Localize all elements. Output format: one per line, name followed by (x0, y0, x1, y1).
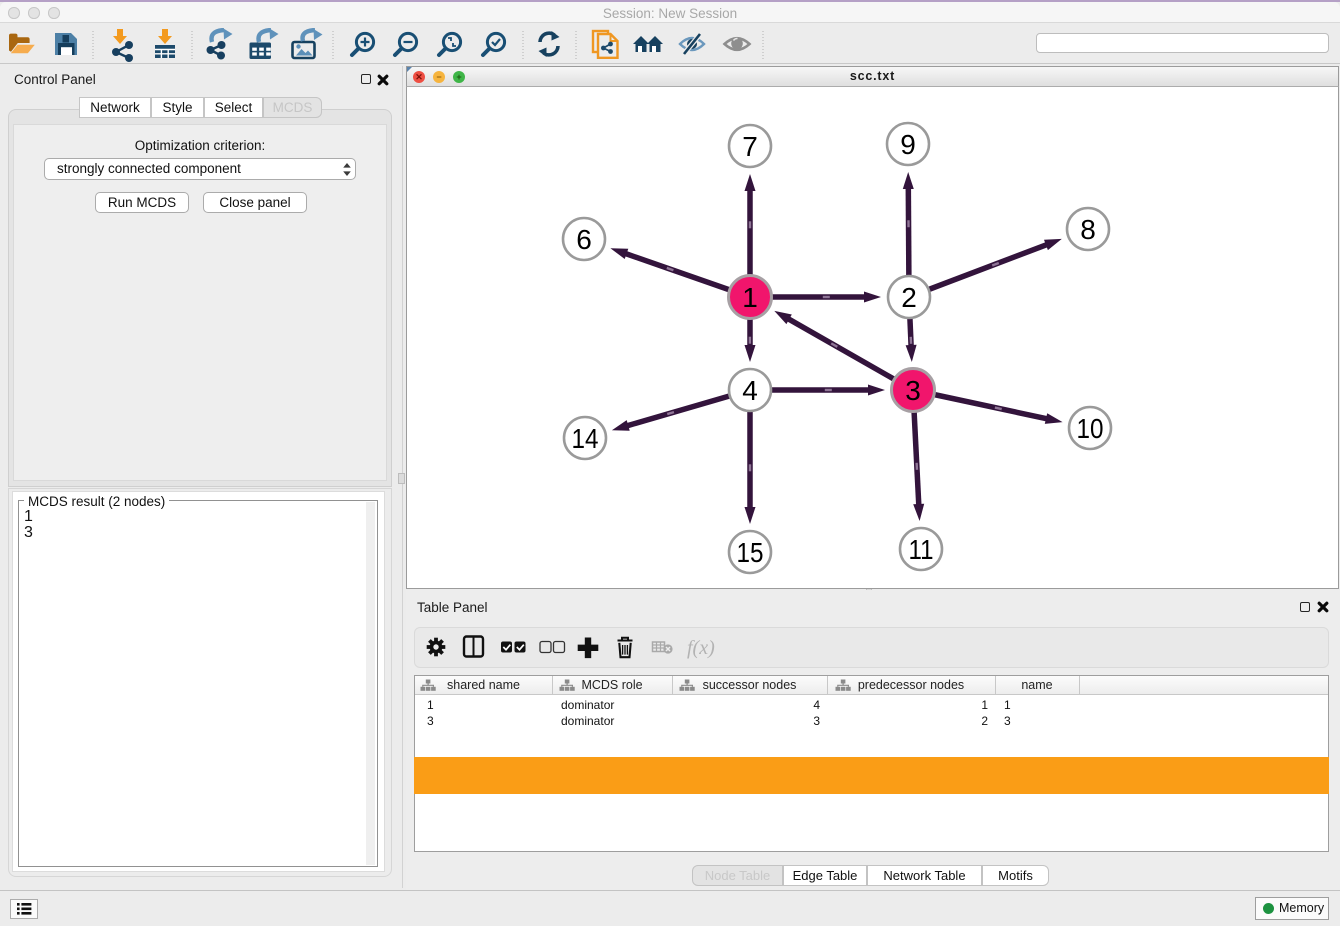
svg-text:7: 7 (742, 131, 758, 162)
svg-text:3: 3 (905, 375, 921, 406)
svg-text:f(x): f(x) (687, 637, 715, 659)
svg-text:11: 11 (909, 534, 934, 565)
svg-text:6: 6 (576, 224, 592, 255)
svg-text:9: 9 (900, 129, 916, 160)
svg-text:14: 14 (572, 423, 599, 454)
svg-text:8: 8 (1080, 214, 1096, 245)
svg-text:10: 10 (1077, 413, 1104, 444)
svg-text:2: 2 (901, 282, 917, 313)
svg-text:15: 15 (737, 537, 764, 568)
svg-text:4: 4 (742, 375, 758, 406)
svg-text:1: 1 (742, 282, 758, 313)
